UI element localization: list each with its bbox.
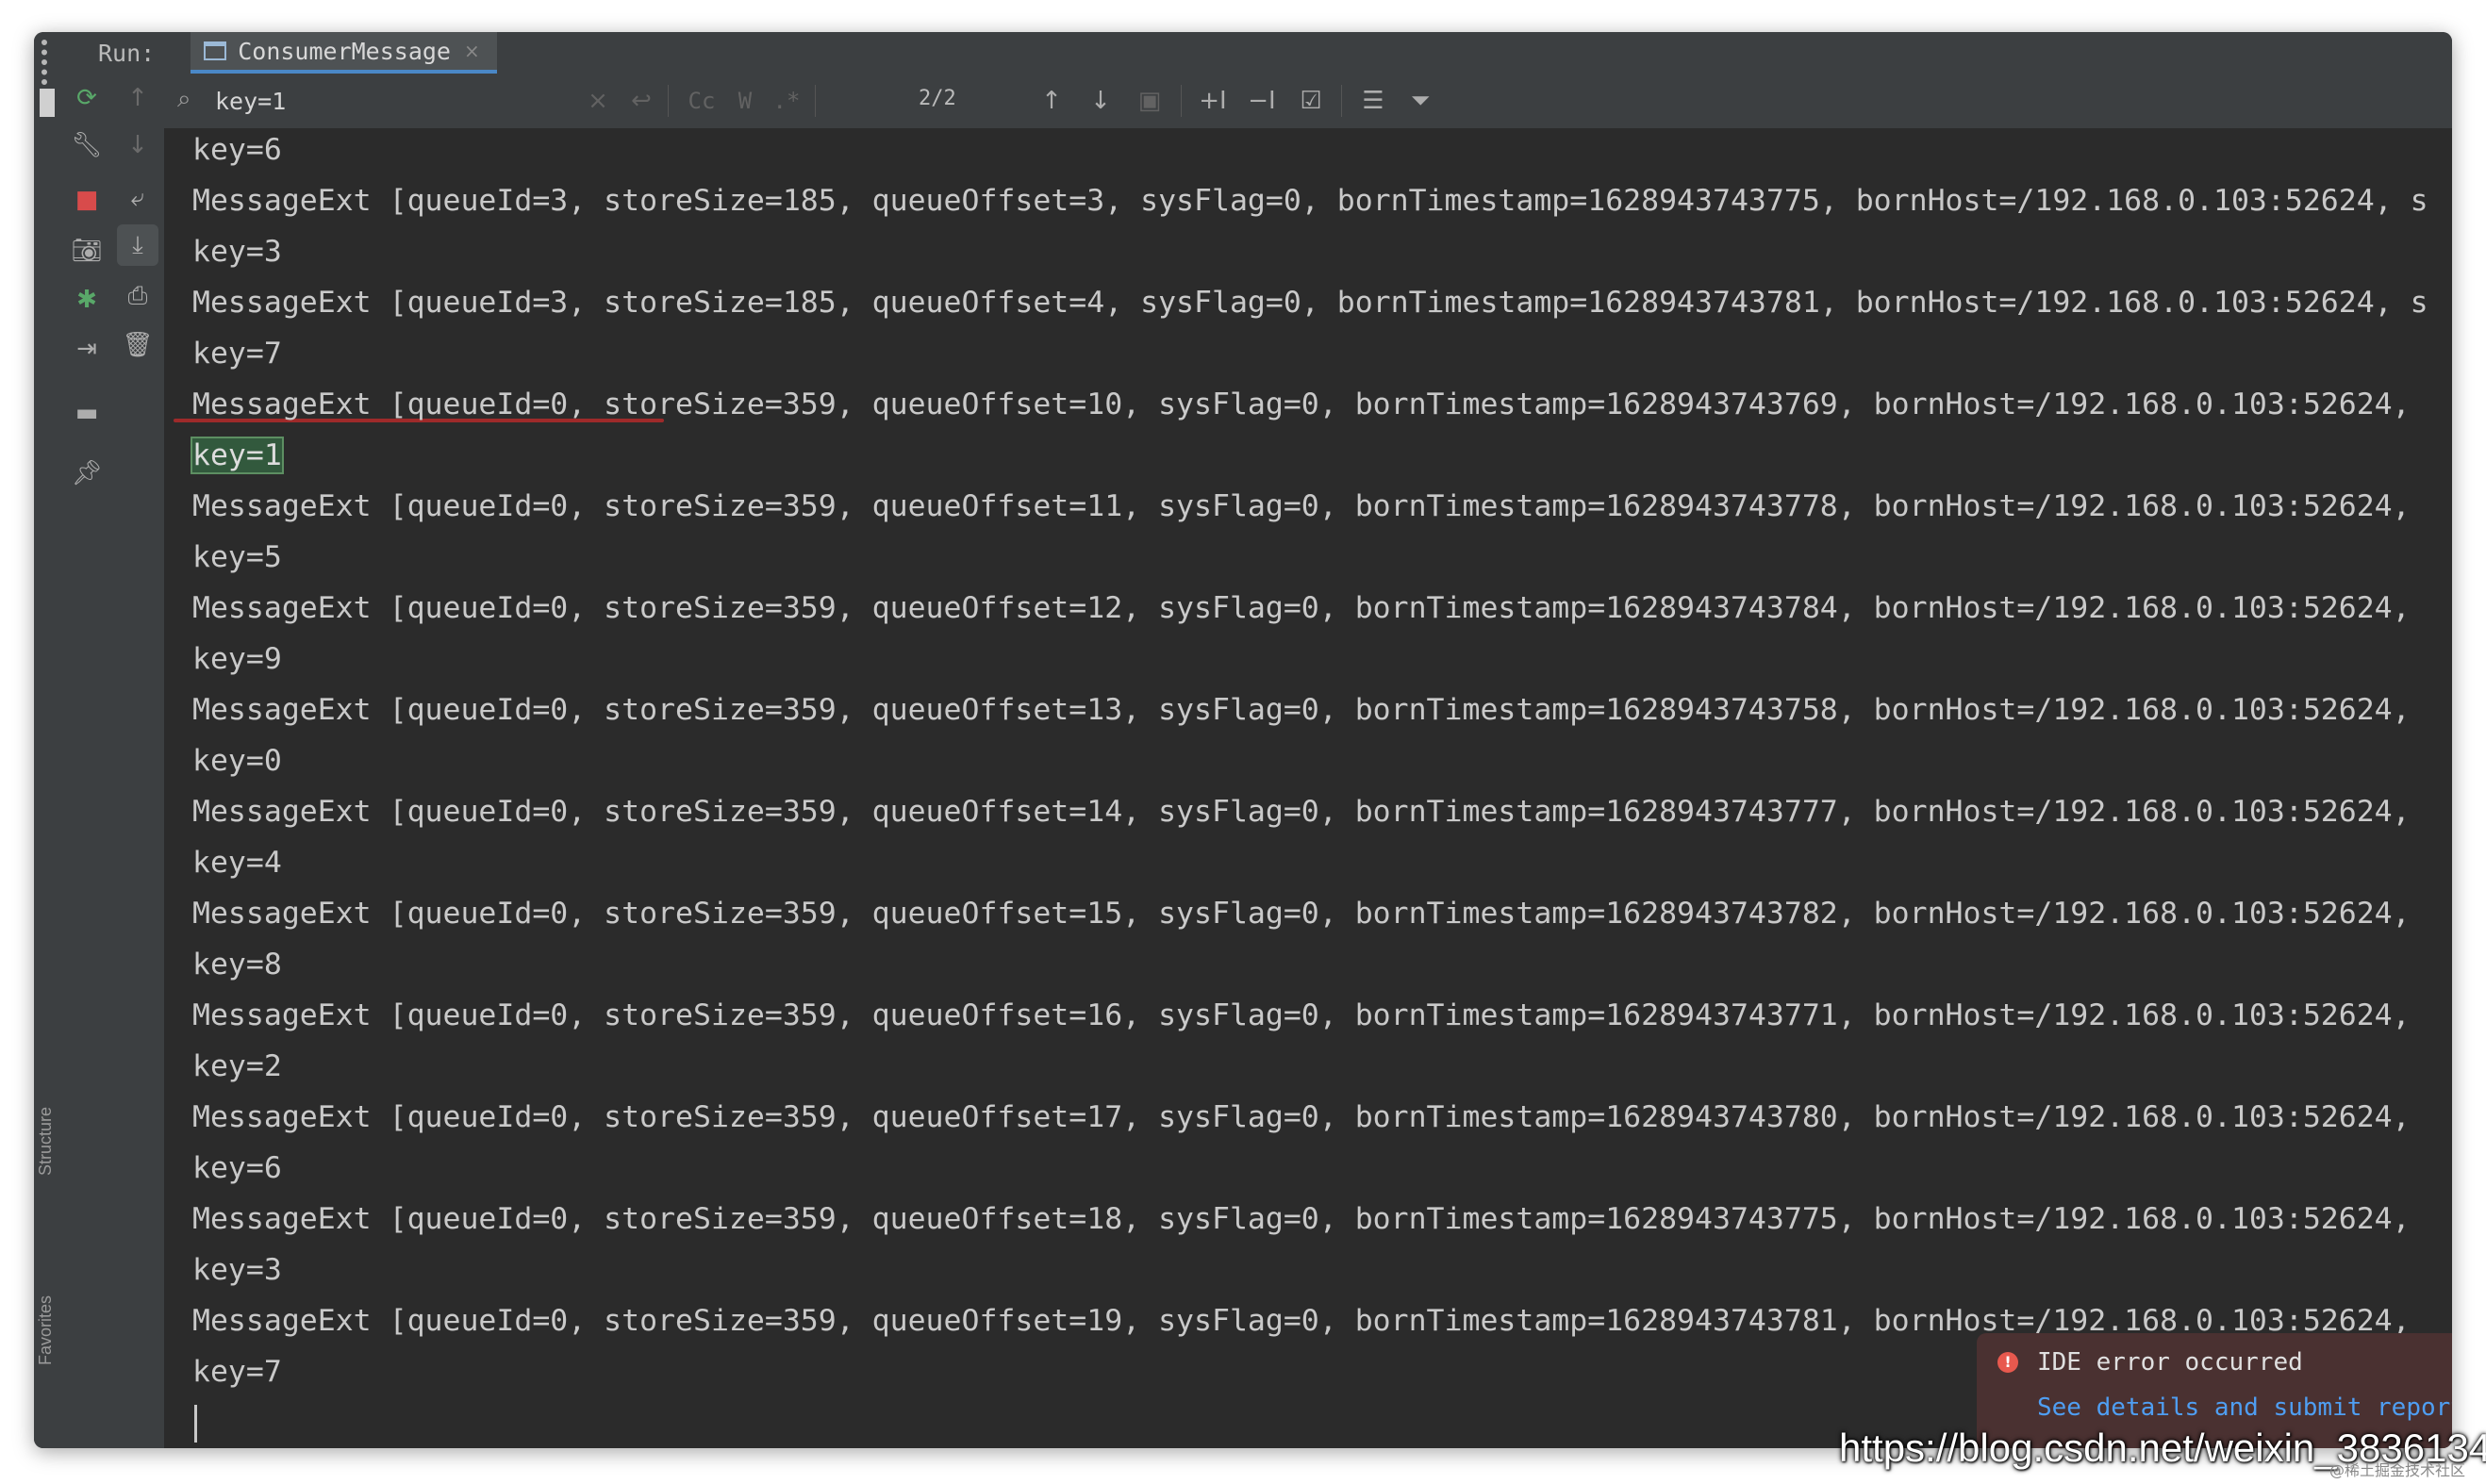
search-toolbar: ⌕ × ↩ Cc W .* 2/2 ↑ ↓ ▣ +I −I ☑ ☰ ⏷ bbox=[164, 74, 2452, 129]
remove-occurrence-icon[interactable]: −I bbox=[1241, 79, 1283, 123]
console-message-line: MessageExt [queueId=0, storeSize=359, qu… bbox=[192, 1100, 2411, 1134]
add-occurrence-icon[interactable]: +I bbox=[1192, 79, 1234, 123]
console-key-line: key=9 bbox=[192, 642, 282, 676]
drag-handle-icon[interactable] bbox=[41, 40, 53, 85]
console-key-line: key=3 bbox=[192, 1253, 282, 1287]
console-message-line: MessageExt [queueId=0, storeSize=359, qu… bbox=[192, 591, 2411, 625]
run-header: Run: ConsumerMessage × bbox=[62, 32, 2452, 74]
console-key-line: key=0 bbox=[192, 744, 282, 778]
console-key-line: key=6 bbox=[192, 1151, 282, 1185]
console-key-line: key=1 bbox=[191, 434, 284, 477]
exit-icon[interactable]: ⇥ bbox=[62, 328, 111, 370]
notification-title: IDE error occurred bbox=[2037, 1348, 2303, 1377]
console-icon bbox=[204, 41, 227, 60]
debug-bug-icon[interactable]: ✱ bbox=[62, 279, 111, 321]
console-key-line: key=7 bbox=[192, 1355, 282, 1389]
wrench-icon[interactable]: 🔧︎ bbox=[62, 124, 111, 166]
match-case-toggle[interactable]: Cc bbox=[679, 79, 724, 123]
console-key-line: key=4 bbox=[192, 846, 282, 880]
ide-run-window: Structure Favorites Run: ConsumerMessage… bbox=[34, 32, 2452, 1448]
favorites-tab[interactable]: Favorites bbox=[36, 1295, 56, 1365]
console-message-line: MessageExt [queueId=0, storeSize=359, qu… bbox=[192, 489, 2411, 523]
select-all-occurrences-icon[interactable]: ▣ bbox=[1130, 79, 1169, 123]
filter-icon[interactable]: ⏷ bbox=[1400, 79, 1441, 123]
console-key-line: key=3 bbox=[192, 235, 282, 269]
text-caret bbox=[194, 1405, 197, 1443]
console-message-line: MessageExt [queueId=0, storeSize=359, qu… bbox=[192, 693, 2411, 727]
search-match-highlight: key=1 bbox=[191, 437, 284, 474]
console-message-line: MessageExt [queueId=3, storeSize=185, qu… bbox=[192, 184, 2428, 218]
down-arrow-icon[interactable]: ↓ bbox=[111, 124, 164, 166]
close-icon[interactable]: × bbox=[464, 40, 480, 62]
console-key-line: key=8 bbox=[192, 948, 282, 981]
filter-settings-icon[interactable]: ☰ bbox=[1352, 79, 1394, 123]
scroll-to-end-icon[interactable]: ⤓ bbox=[117, 224, 158, 266]
new-line-icon[interactable]: ↩ bbox=[622, 79, 660, 123]
run-toolbar-secondary: ↑ ↓ ⤶ ⤓ ⎙ 🗑︎ bbox=[111, 74, 165, 1448]
tool-window-marker bbox=[40, 89, 55, 117]
trash-icon[interactable]: 🗑︎ bbox=[111, 324, 164, 366]
select-all-matches-icon[interactable]: ☑ bbox=[1290, 79, 1332, 123]
next-occurrence-icon[interactable]: ↓ bbox=[1081, 79, 1120, 123]
layout-icon[interactable]: ▬ bbox=[62, 392, 111, 434]
match-count: 2/2 bbox=[919, 87, 956, 110]
camera-icon[interactable]: 📷︎ bbox=[62, 230, 111, 272]
run-label: Run: bbox=[98, 39, 156, 67]
tab-consumer-message[interactable]: ConsumerMessage × bbox=[191, 32, 497, 74]
console-output[interactable]: key=6 MessageExt [queueId=3, storeSize=18… bbox=[164, 128, 2452, 1448]
tab-title: ConsumerMessage bbox=[238, 37, 451, 65]
left-edge-strip: Structure Favorites bbox=[34, 32, 63, 1448]
console-key-line: key=6 bbox=[192, 133, 282, 167]
console-message-line: MessageExt [queueId=0, storeSize=359, qu… bbox=[192, 897, 2411, 931]
watermark-small: @稀土掘金技术社区 bbox=[2329, 1461, 2466, 1479]
print-icon[interactable]: ⎙ bbox=[111, 275, 164, 317]
search-input[interactable] bbox=[215, 83, 573, 119]
previous-occurrence-icon[interactable]: ↑ bbox=[1032, 79, 1071, 123]
search-icon[interactable]: ⌕ bbox=[177, 85, 191, 114]
structure-tab[interactable]: Structure bbox=[36, 1107, 56, 1176]
console-message-line: MessageExt [queueId=3, storeSize=185, qu… bbox=[192, 286, 2428, 320]
whole-words-toggle[interactable]: W bbox=[728, 79, 762, 123]
stop-icon[interactable]: ■ bbox=[62, 179, 111, 221]
clear-search-icon[interactable]: × bbox=[579, 79, 617, 123]
submit-report-link[interactable]: See details and submit report bbox=[2037, 1393, 2452, 1422]
soft-wrap-icon[interactable]: ⤶ bbox=[111, 177, 164, 219]
run-toolbar-primary: ⟳ 🔧︎ ■ 📷︎ ✱ ⇥ ▬ 📌︎ bbox=[62, 74, 112, 1448]
console-key-line: key=7 bbox=[192, 337, 282, 371]
console-message-line: MessageExt [queueId=0, storeSize=359, qu… bbox=[192, 795, 2411, 829]
rerun-icon[interactable]: ⟳ bbox=[62, 77, 111, 119]
up-arrow-icon[interactable]: ↑ bbox=[111, 77, 164, 119]
console-message-line: MessageExt [queueId=0, storeSize=359, qu… bbox=[192, 998, 2411, 1032]
error-icon: ! bbox=[1997, 1352, 2018, 1373]
console-key-line: key=5 bbox=[192, 540, 282, 574]
console-message-line: MessageExt [queueId=0, storeSize=359, qu… bbox=[192, 1202, 2411, 1236]
regex-toggle[interactable]: .* bbox=[768, 79, 805, 123]
console-key-line: key=2 bbox=[192, 1049, 282, 1083]
console-message-line: MessageExt [queueId=0, storeSize=359, qu… bbox=[192, 387, 2411, 421]
pin-icon[interactable]: 📌︎ bbox=[62, 453, 111, 494]
